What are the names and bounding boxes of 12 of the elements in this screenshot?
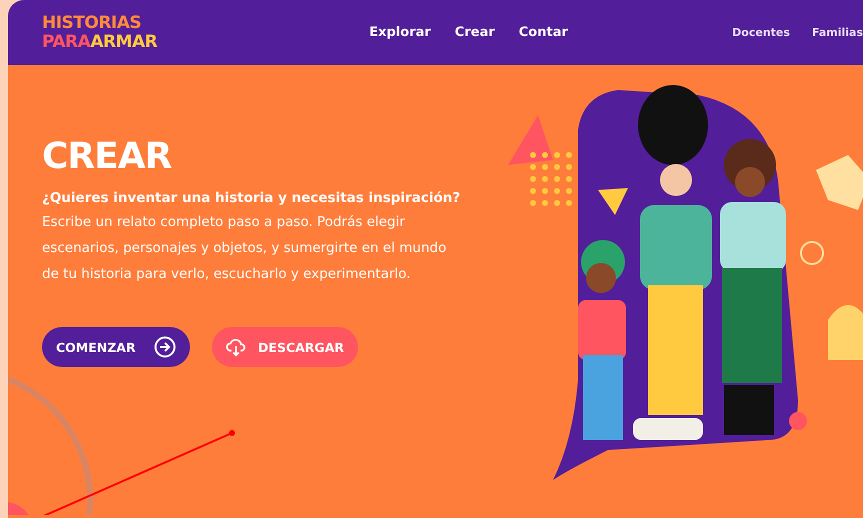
- nav-link[interactable]: Explorar: [369, 25, 431, 40]
- lead-text: ¿Quieres inventar una historia y necesitas inspiración?: [42, 189, 462, 208]
- start-button[interactable]: COMENZAR: [42, 327, 190, 367]
- page-title: CREAR: [42, 137, 172, 177]
- nav-link[interactable]: Contar: [518, 25, 568, 40]
- description-text: Escribe un relato completo paso a paso. Podrás elegir escenarios, personajes y objetos, y sumergirte en el mundo de tu historia para verlo, escucharlo y experimentarlo.: [42, 213, 448, 284]
- cloud-download-icon: [226, 337, 246, 357]
- arrow-right-icon: [154, 336, 176, 358]
- nav-link[interactable]: Crear: [454, 25, 495, 40]
- nav-link[interactable]: Familias: [812, 26, 863, 39]
- nav-link[interactable]: Docentes: [732, 26, 790, 39]
- logo[interactable]: HISTORIAS PARAARMAR: [42, 14, 158, 52]
